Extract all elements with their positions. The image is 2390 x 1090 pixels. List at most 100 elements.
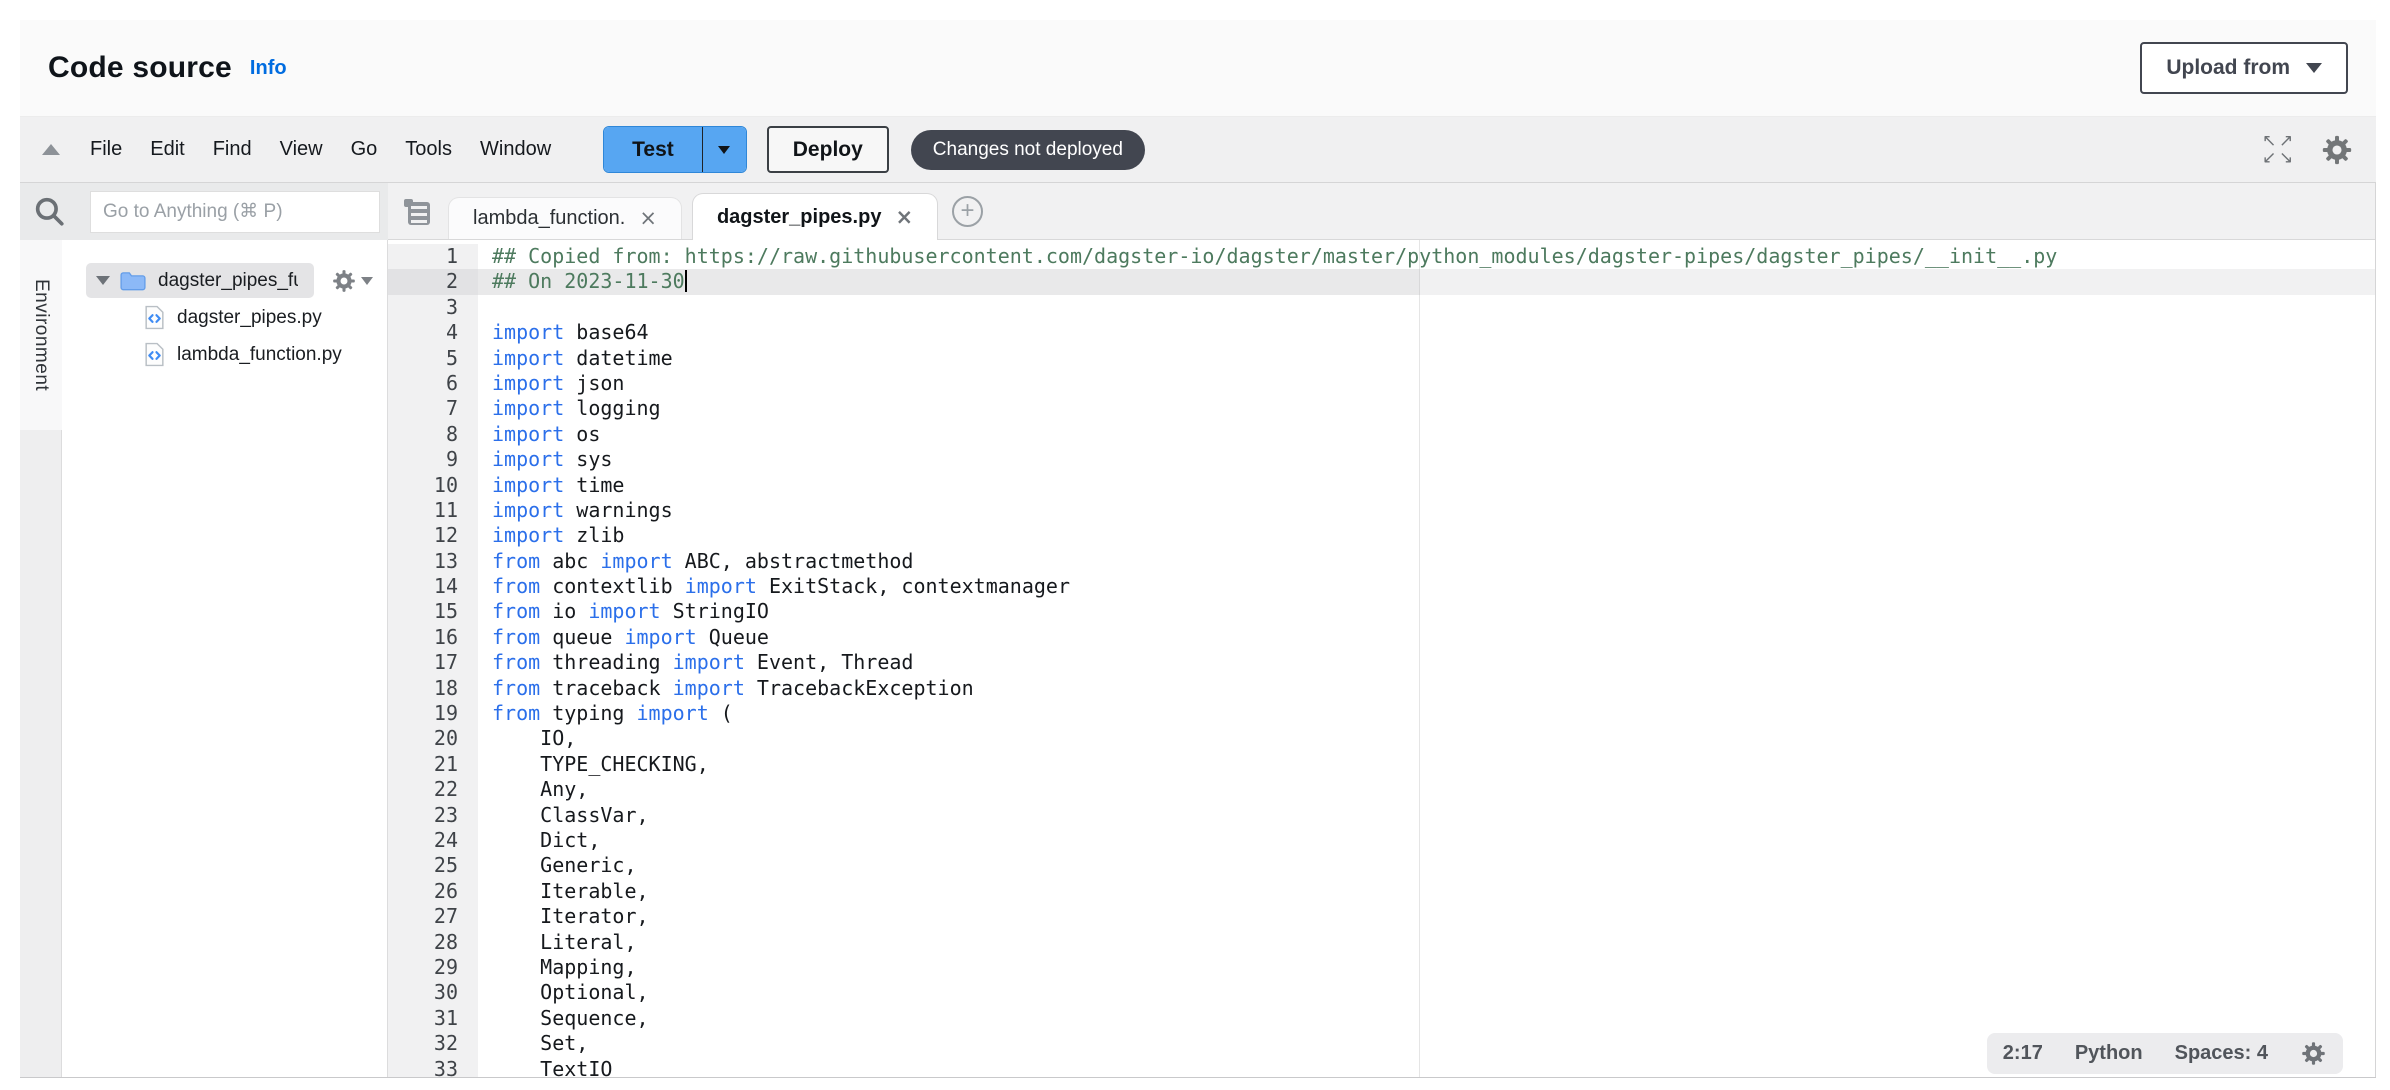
file-tree: dagster_pipes_funct dagster_pipes.py lam… [62,240,388,1077]
tree-settings-button[interactable] [331,268,373,294]
line-content: Literal, [478,930,2375,955]
editor-tab-dagster_pipes.py[interactable]: dagster_pipes.py× [692,193,938,240]
upload-from-button[interactable]: Upload from [2140,42,2348,94]
tab-list-icon[interactable] [404,199,430,225]
line-content: Generic, [478,853,2375,878]
line-content: import sys [478,447,2375,472]
environment-label: Environment [30,279,52,391]
code-editor[interactable]: 1## Copied from: https://raw.githubuserc… [388,240,2375,1077]
line-number: 4 [388,320,478,345]
status-settings-slot [2300,1040,2327,1067]
line-content: import base64 [478,320,2375,345]
goto-anything-input[interactable] [90,191,380,233]
line-number: 19 [388,701,478,726]
line-content: Sequence, [478,1006,2375,1031]
collapse-editor-button[interactable] [42,144,60,155]
code-line-24: 24 Dict, [388,828,2375,853]
sidebar-search-row [20,183,388,240]
code-line-26: 26 Iterable, [388,879,2375,904]
test-button[interactable]: Test [604,127,702,172]
menu-item-window[interactable]: Window [466,138,565,161]
code-line-8: 8import os [388,422,2375,447]
line-content: from traceback import TracebackException [478,676,2375,701]
menu-item-edit[interactable]: Edit [136,138,198,161]
line-number: 20 [388,726,478,751]
code-line-6: 6import json [388,371,2375,396]
line-content: Iterator, [478,904,2375,929]
changes-not-deployed-badge: Changes not deployed [911,130,1145,170]
language-mode[interactable]: Python [2075,1042,2143,1065]
code-line-11: 11import warnings [388,498,2375,523]
line-number: 7 [388,396,478,421]
test-split-button: Test [603,126,747,173]
info-link[interactable]: Info [250,57,287,80]
line-number: 5 [388,346,478,371]
workbench: Environment dagster_pipes_funct [20,183,2376,1078]
indentation-setting[interactable]: Spaces: 4 [2175,1042,2268,1065]
line-content: Optional, [478,980,2375,1005]
editor-menubar: FileEditFindViewGoToolsWindow Test Deplo… [20,117,2376,183]
line-content: Any, [478,777,2375,802]
environment-panel-tab[interactable]: Environment [20,240,62,430]
line-content: from typing import ( [478,701,2375,726]
tree-file-list: dagster_pipes.py lambda_function.py [62,299,387,373]
folder-icon [120,271,146,291]
line-content [478,295,2375,320]
line-content: ## On 2023-11-30 [478,269,2375,294]
code-line-2: 2## On 2023-11-30 [388,269,2375,294]
file-name: lambda_function.py [177,344,342,366]
menu-bar: FileEditFindViewGoToolsWindow [76,138,565,161]
code-line-5: 5import datetime [388,346,2375,371]
gear-icon[interactable] [331,268,357,294]
line-number: 14 [388,574,478,599]
line-content: TYPE_CHECKING, [478,752,2375,777]
code-line-30: 30 Optional, [388,980,2375,1005]
menu-item-find[interactable]: Find [199,138,266,161]
line-number: 26 [388,879,478,904]
line-number: 6 [388,371,478,396]
menu-item-file[interactable]: File [76,138,136,161]
close-icon[interactable]: × [895,207,913,228]
line-number: 33 [388,1057,478,1078]
tree-item-folder[interactable]: dagster_pipes_funct [62,262,387,299]
caret-down-icon [361,277,373,285]
code-line-23: 23 ClassVar, [388,803,2375,828]
search-icon[interactable] [32,194,66,228]
editor-status-bar: 2:17 Python Spaces: 4 [1987,1033,2343,1074]
line-number: 23 [388,803,478,828]
new-tab-plus-icon[interactable]: + [952,196,983,227]
gear-icon[interactable] [2300,1040,2327,1067]
deploy-button[interactable]: Deploy [767,126,889,173]
panel-header: Code source Info Upload from [20,20,2376,117]
test-dropdown-button[interactable] [702,127,746,172]
line-number: 8 [388,422,478,447]
fullscreen-icon[interactable]: ↖↗↙↘ [2262,133,2296,167]
editor-pane: lambda_function.×dagster_pipes.py× + 1##… [388,183,2376,1077]
folder-expanded-caret-icon[interactable] [96,276,110,285]
tree-item-lambda_function.py[interactable]: lambda_function.py [62,336,387,373]
menu-item-go[interactable]: Go [337,138,392,161]
code-line-13: 13from abc import ABC, abstractmethod [388,549,2375,574]
settings-gear-slot [2320,133,2354,167]
line-content: IO, [478,726,2375,751]
menu-item-view[interactable]: View [266,138,337,161]
editor-tab-lambda_function[interactable]: lambda_function. × [448,197,682,239]
line-content: Dict, [478,828,2375,853]
code-line-25: 25 Generic, [388,853,2375,878]
close-icon[interactable]: × [639,208,657,229]
line-number: 17 [388,650,478,675]
cursor-position[interactable]: 2:17 [2003,1042,2043,1065]
line-content: Mapping, [478,955,2375,980]
code-line-31: 31 Sequence, [388,1006,2375,1031]
page-title: Code source [48,51,232,85]
gear-icon[interactable] [2320,133,2354,167]
tree-item-dagster_pipes.py[interactable]: dagster_pipes.py [62,299,387,336]
line-content: ClassVar, [478,803,2375,828]
menu-item-tools[interactable]: Tools [391,138,466,161]
line-content: import datetime [478,346,2375,371]
line-number: 32 [388,1031,478,1056]
tab-bar: lambda_function.×dagster_pipes.py× + [388,183,2375,240]
line-content: import warnings [478,498,2375,523]
line-content: import zlib [478,523,2375,548]
tab-label: lambda_function. [473,207,625,230]
